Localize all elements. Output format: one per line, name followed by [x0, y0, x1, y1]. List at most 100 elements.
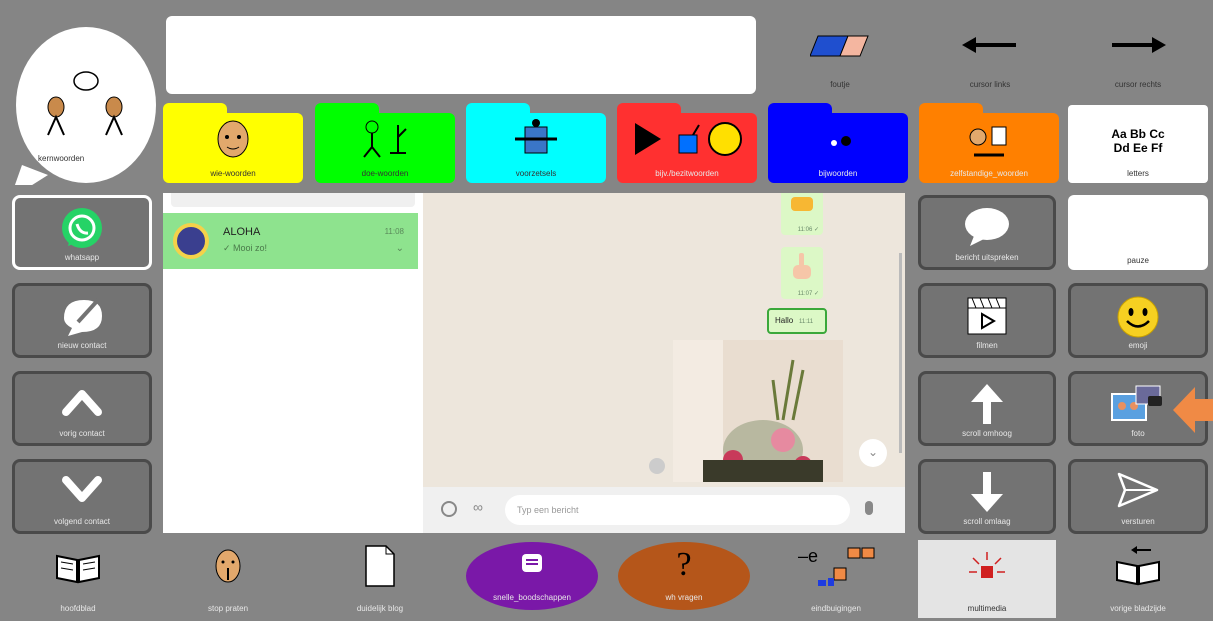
folder-nouns[interactable]: zelfstandige_woorden: [919, 103, 1059, 183]
message-bubble-text: Hallo 11:11: [767, 308, 827, 334]
wh-questions-button[interactable]: ? wh vragen: [614, 540, 754, 618]
folder-tab: [919, 103, 984, 115]
chat-name: ALOHA: [223, 226, 261, 238]
message-input[interactable]: Typ een bericht: [505, 495, 850, 525]
composer: ∞ Typ een bericht: [423, 487, 905, 533]
folder-prepositions[interactable]: voorzetsels: [466, 103, 606, 183]
folder-tab: [315, 103, 380, 115]
whatsapp-window: ALOHA ✓ Mooi zo! 11:08 ⌄ 11:06 ✓ 11:07 ✓…: [163, 193, 905, 533]
undo-label: foutje: [830, 80, 850, 89]
stop-talking-label: stop praten: [207, 604, 249, 613]
undo-button[interactable]: foutje: [770, 16, 910, 94]
folder-tab: [768, 103, 833, 115]
scroll-down-button[interactable]: scroll omlaag: [918, 459, 1056, 534]
chat-scrollbar[interactable]: [899, 253, 902, 453]
chevron-down-icon[interactable]: ⌄: [396, 243, 404, 254]
folder-tab: [466, 103, 531, 115]
wh-questions-label: wh vragen: [665, 593, 703, 602]
send-icon: [1117, 472, 1159, 508]
previous-page-button[interactable]: vorige bladzijde: [1068, 540, 1208, 618]
folder-who-words[interactable]: wie-woorden: [163, 103, 303, 183]
arrow-right-icon: [1112, 37, 1166, 53]
new-contact-button[interactable]: nieuw contact: [12, 283, 152, 358]
message-bubble-emoji-2: 11:07 ✓: [781, 247, 823, 299]
face-icon: [217, 120, 249, 158]
folder-label: bijv./bezitwoorden: [655, 169, 719, 178]
pointing-hand-icon: [793, 253, 811, 279]
cursor-left-label: cursor links: [969, 80, 1011, 89]
folder-label: doe-woorden: [361, 169, 409, 178]
letters-button[interactable]: Aa Bb Cc Dd Ee Ff letters: [1068, 105, 1208, 183]
whatsapp-icon: [62, 208, 102, 248]
page-icon: [365, 545, 395, 587]
send-button[interactable]: versturen: [1068, 459, 1208, 534]
emoji-button[interactable]: emoji: [1068, 283, 1208, 358]
film-label: filmen: [976, 341, 998, 350]
core-words-label: kernwoorden: [38, 154, 85, 163]
arrow-up-icon: [971, 384, 1003, 424]
smiley-icon: [1117, 296, 1159, 338]
stop-talking-button[interactable]: stop praten: [158, 540, 298, 618]
whatsapp-button[interactable]: whatsapp: [12, 195, 152, 270]
message-textbox[interactable]: [166, 16, 756, 94]
home-page-button[interactable]: hoofdblad: [8, 540, 148, 618]
new-contact-label: nieuw contact: [57, 341, 107, 350]
quick-messages-button[interactable]: snelle_boodschappen: [462, 540, 602, 618]
multimedia-label: multimedia: [967, 604, 1007, 613]
shapes-icon: [635, 122, 742, 156]
chat-list-search: [171, 193, 415, 207]
eraser-icon: [810, 35, 869, 57]
previous-contact-label: vorig contact: [59, 429, 105, 438]
film-button[interactable]: filmen: [918, 283, 1056, 358]
quick-messages-label: snelle_boodschappen: [493, 593, 571, 602]
cursor-left-button[interactable]: cursor links: [920, 16, 1060, 94]
home-page-label: hoofdblad: [60, 604, 96, 613]
arrow-left-icon: [962, 37, 1016, 53]
multimedia-button[interactable]: multimedia: [918, 540, 1056, 618]
pause-label: pauze: [1127, 256, 1149, 265]
flowers-image: [673, 340, 843, 482]
message-icon: [522, 554, 542, 572]
clear-page-label: duidelijk blog: [356, 604, 404, 613]
chat-list-item[interactable]: ALOHA ✓ Mooi zo! 11:08 ⌄: [163, 213, 418, 269]
message-text: Hallo: [775, 316, 794, 325]
emoji-icon[interactable]: [441, 501, 457, 517]
thumbs-up-icon: [791, 197, 813, 211]
speak-message-button[interactable]: bericht uitspreken: [918, 195, 1056, 270]
folder-label: bijwoorden: [818, 169, 858, 178]
attach-icon[interactable]: ∞: [473, 499, 483, 515]
message-image[interactable]: [673, 340, 843, 482]
dots-icon: [831, 136, 851, 146]
grammar-icon: –e: [798, 546, 875, 586]
question-icon: ?: [676, 546, 692, 583]
folder-adjectives[interactable]: bijv./bezitwoorden: [617, 103, 757, 183]
message-time: 11:06 ✓: [797, 227, 819, 233]
microphone-icon[interactable]: [865, 501, 873, 515]
previous-contact-button[interactable]: vorig contact: [12, 371, 152, 446]
new-chat-icon: [64, 298, 102, 336]
forward-icon[interactable]: [649, 458, 665, 474]
letters-line-1: Aa Bb Cc: [1111, 127, 1165, 141]
whatsapp-label: whatsapp: [64, 253, 100, 262]
folder-do-words[interactable]: doe-woorden: [315, 103, 455, 183]
core-words-button[interactable]: kernwoorden: [8, 15, 160, 185]
pause-button[interactable]: pauze: [1068, 195, 1208, 270]
next-contact-button[interactable]: volgend contact: [12, 459, 152, 534]
clear-page-button[interactable]: duidelijk blog: [310, 540, 450, 618]
folder-adverbs[interactable]: bijwoorden: [768, 103, 908, 183]
avatar: [173, 223, 209, 259]
speech-bubble-icon: [965, 208, 1009, 246]
chevron-down-icon: [62, 476, 102, 502]
letters-line-2: Dd Ee Ff: [1113, 141, 1163, 155]
chat-pane: 11:06 ✓ 11:07 ✓ Hallo 11:11 ⌄ ∞ Typ een …: [423, 193, 905, 533]
endings-button[interactable]: –e eindbuigingen: [766, 540, 906, 618]
scroll-down-button[interactable]: ⌄: [859, 439, 887, 467]
letters-label: letters: [1127, 169, 1149, 178]
chevron-up-icon: [62, 390, 102, 416]
folder-label: voorzetsels: [515, 169, 557, 178]
alarm-icon: [969, 552, 1005, 578]
scroll-up-button[interactable]: scroll omhoog: [918, 371, 1056, 446]
hush-icon: [215, 549, 241, 583]
scroll-up-label: scroll omhoog: [962, 429, 1012, 438]
cursor-right-button[interactable]: cursor rechts: [1068, 16, 1208, 94]
